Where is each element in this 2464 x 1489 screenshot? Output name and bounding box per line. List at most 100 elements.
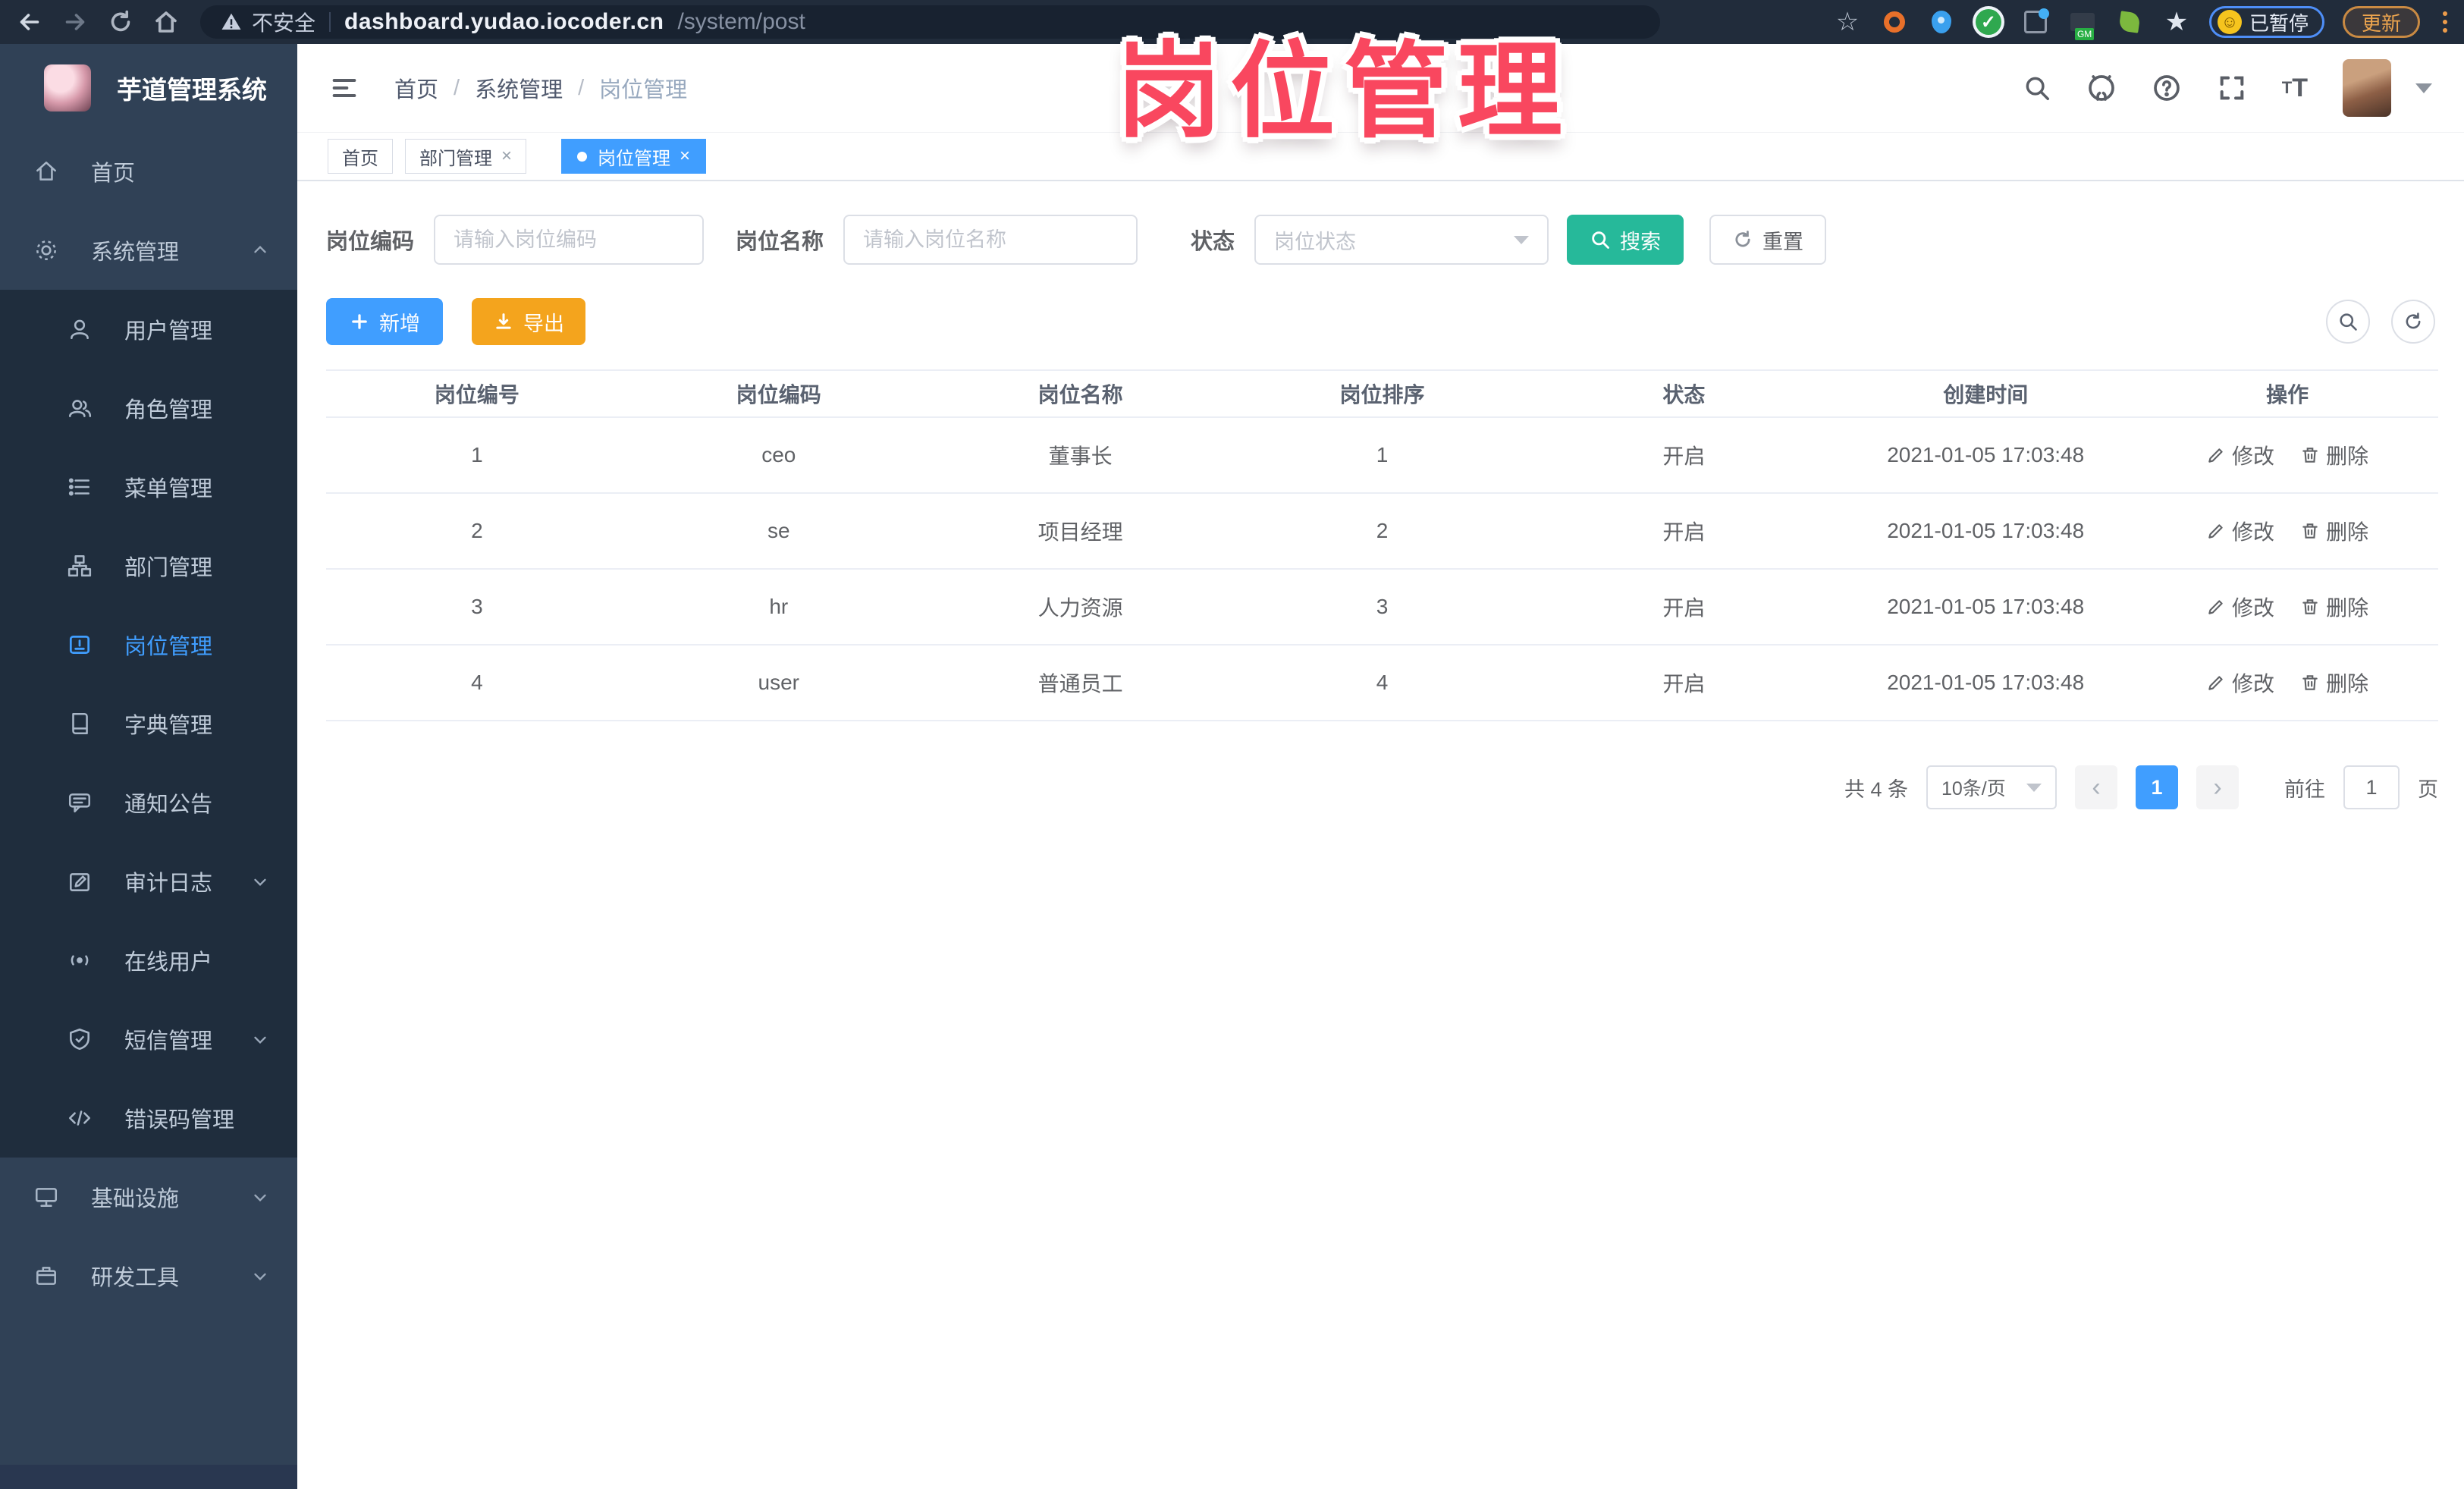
- edit-link[interactable]: 修改: [2206, 516, 2274, 546]
- page-content: 岗位编码 岗位名称 状态 岗位状态 搜索 重置: [297, 181, 2464, 809]
- table-row: 2 se 项目经理 2 开启 2021-01-05 17:03:48 修改 删除: [326, 494, 2438, 570]
- help-icon[interactable]: [2152, 73, 2182, 103]
- main-area: 首页 / 系统管理 / 岗位管理 TT 首页 部门管理 × 岗位管理 × 岗位编…: [297, 44, 2464, 1489]
- sidebar-item-online-users[interactable]: 在线用户: [0, 921, 297, 1000]
- tab-departments[interactable]: 部门管理 ×: [405, 139, 527, 174]
- app-logo[interactable]: 芋道管理系统: [0, 44, 297, 132]
- edit-icon: [2208, 448, 2223, 463]
- breadcrumb-home[interactable]: 首页: [394, 72, 438, 104]
- status-value: 开启: [1662, 520, 1706, 544]
- sidebar-item-dictionary[interactable]: 字典管理: [0, 684, 297, 763]
- browser-menu-icon[interactable]: [2438, 11, 2452, 33]
- delete-link[interactable]: 删除: [2300, 440, 2368, 470]
- system-submenu: 用户管理 角色管理 菜单管理 部门管理 岗位管理 字典管理 通知公告 审计日志: [0, 290, 297, 1158]
- sidebar-item-departments[interactable]: 部门管理: [0, 526, 297, 605]
- paused-badge[interactable]: ☺ 已暂停: [2208, 6, 2324, 38]
- close-tab-icon[interactable]: ×: [501, 147, 512, 165]
- sidebar-item-announcements[interactable]: 通知公告: [0, 763, 297, 842]
- user-avatar[interactable]: [2343, 59, 2391, 117]
- header-actions: TT: [2023, 59, 2432, 117]
- trash-icon: [2302, 675, 2318, 690]
- extension-terminal-icon[interactable]: [2068, 8, 2097, 40]
- edit-icon: [2208, 676, 2223, 690]
- edit-link[interactable]: 修改: [2206, 668, 2274, 698]
- bookmark-star-icon[interactable]: ☆: [1833, 8, 1862, 36]
- extension-leaf-icon[interactable]: [2115, 8, 2144, 36]
- tab-home[interactable]: 首页: [328, 139, 393, 174]
- sidebar-item-error-codes[interactable]: 错误码管理: [0, 1079, 297, 1158]
- browser-home-button[interactable]: [149, 5, 184, 39]
- sidebar-item-posts[interactable]: 岗位管理: [0, 605, 297, 684]
- browser-refresh-button[interactable]: [103, 5, 138, 39]
- add-button[interactable]: 新增: [326, 298, 443, 345]
- extension-orange-ring-icon[interactable]: [1880, 8, 1909, 36]
- sidebar-item-menus[interactable]: 菜单管理: [0, 448, 297, 526]
- update-button[interactable]: 更新: [2342, 6, 2420, 38]
- search-button[interactable]: 搜索: [1567, 215, 1684, 265]
- sidebar-item-audit-log[interactable]: 审计日志: [0, 842, 297, 921]
- trash-icon: [2302, 599, 2318, 614]
- delete-link[interactable]: 删除: [2300, 516, 2368, 546]
- sidebar-item-users[interactable]: 用户管理: [0, 290, 297, 369]
- post-code-input[interactable]: [434, 215, 705, 265]
- reset-button[interactable]: 重置: [1709, 215, 1827, 265]
- annotation-overlay: 岗位管理: [1116, 33, 1572, 150]
- search-icon[interactable]: [2023, 74, 2051, 102]
- current-page-button[interactable]: 1: [2136, 765, 2178, 809]
- error-code-icon: [68, 1110, 91, 1126]
- post-name-input[interactable]: [843, 215, 1138, 265]
- sidebar-item-home[interactable]: 首页: [0, 132, 297, 211]
- table-toolbar: 新增 导出: [326, 298, 2438, 345]
- menu-list-icon: [68, 478, 89, 496]
- show-search-button[interactable]: [2326, 300, 2370, 344]
- extension-blue-pin-icon[interactable]: [1927, 8, 1956, 36]
- close-tab-icon[interactable]: ×: [680, 147, 690, 165]
- audit-log-icon: [70, 873, 89, 891]
- chevron-down-icon: [1514, 235, 1530, 244]
- total-count: 共 4 条: [1844, 777, 1908, 801]
- extension-star-icon[interactable]: ★: [2162, 8, 2191, 36]
- status-value: 开启: [1662, 445, 1706, 468]
- status-label: 状态: [1191, 230, 1235, 254]
- sidebar-item-infrastructure[interactable]: 基础设施: [0, 1158, 297, 1236]
- sidebar-scrollbar-track[interactable]: [0, 1465, 297, 1489]
- browser-back-button[interactable]: [12, 5, 47, 39]
- edit-link[interactable]: 修改: [2206, 592, 2274, 622]
- browser-forward-button[interactable]: [58, 5, 93, 39]
- breadcrumb-current: 岗位管理: [599, 78, 688, 102]
- url-host: dashboard.yudao.iocoder.cn: [344, 9, 664, 34]
- next-page-button[interactable]: ›: [2196, 765, 2239, 809]
- sidebar-item-sms[interactable]: 短信管理: [0, 1000, 297, 1079]
- status-select[interactable]: 岗位状态: [1254, 215, 1549, 265]
- breadcrumb-system[interactable]: 系统管理: [475, 72, 563, 104]
- chevron-down-icon: [250, 872, 270, 891]
- chevron-down-icon: [250, 1187, 270, 1207]
- fullscreen-icon[interactable]: [2217, 73, 2247, 103]
- table-tools: [2326, 300, 2435, 344]
- search-icon: [1592, 231, 1609, 249]
- tab-posts[interactable]: 岗位管理 ×: [561, 139, 707, 174]
- infrastructure-icon: [35, 1188, 58, 1207]
- roles-icon: [68, 400, 92, 417]
- refresh-table-button[interactable]: [2391, 300, 2435, 344]
- security-warning[interactable]: 不安全: [220, 7, 315, 37]
- github-icon[interactable]: [2086, 73, 2117, 103]
- hamburger-icon[interactable]: [329, 73, 359, 103]
- extension-green-check-icon[interactable]: ✓: [1974, 8, 2003, 36]
- delete-link[interactable]: 删除: [2300, 592, 2368, 622]
- prev-page-button[interactable]: ‹: [2075, 765, 2117, 809]
- sidebar-item-roles[interactable]: 角色管理: [0, 369, 297, 448]
- font-size-icon[interactable]: TT: [2282, 74, 2308, 103]
- sidebar-item-dev-tools[interactable]: 研发工具: [0, 1236, 297, 1315]
- edit-link[interactable]: 修改: [2206, 440, 2274, 470]
- export-button[interactable]: 导出: [472, 298, 585, 345]
- app-title: 芋道管理系统: [117, 76, 267, 104]
- page-size-select[interactable]: 10条/页: [1926, 765, 2057, 809]
- pagination: 共 4 条 10条/页 ‹ 1 › 前往 页: [326, 765, 2438, 809]
- sidebar-item-system[interactable]: 系统管理: [0, 211, 297, 290]
- delete-link[interactable]: 删除: [2300, 668, 2368, 698]
- extension-tabs-icon[interactable]: [2021, 8, 2050, 36]
- goto-page-input[interactable]: [2343, 765, 2400, 809]
- avatar-caret-icon[interactable]: [2415, 83, 2432, 93]
- warning-triangle-icon: [221, 13, 241, 30]
